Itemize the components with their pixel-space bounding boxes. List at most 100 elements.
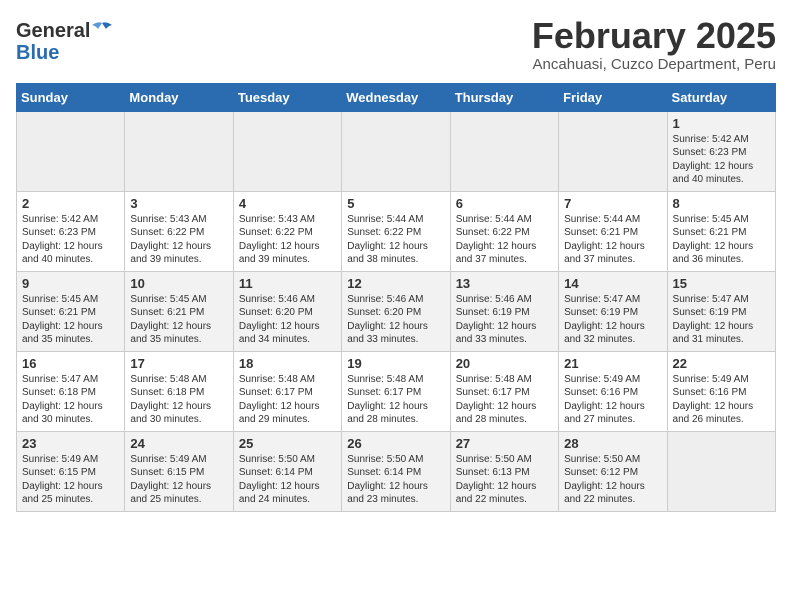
day-number: 13 [456, 276, 553, 291]
cell-info: Sunrise: 5:49 AM Sunset: 6:16 PM Dayligh… [673, 373, 770, 427]
cell-info: Sunrise: 5:50 AM Sunset: 6:12 PM Dayligh… [564, 453, 661, 507]
day-number: 2 [22, 196, 119, 211]
day-number: 27 [456, 436, 553, 451]
weekday-header-monday: Monday [125, 83, 233, 111]
day-number: 22 [673, 356, 770, 371]
calendar-cell: 28 Sunrise: 5:50 AM Sunset: 6:12 PM Dayli… [559, 431, 667, 511]
logo: General Blue [16, 16, 112, 65]
day-number: 28 [564, 436, 661, 451]
calendar-cell: 3 Sunrise: 5:43 AM Sunset: 6:22 PM Daylig… [125, 191, 233, 271]
calendar-cell: 5 Sunrise: 5:44 AM Sunset: 6:22 PM Daylig… [342, 191, 450, 271]
day-number: 8 [673, 196, 770, 211]
day-number: 12 [347, 276, 444, 291]
page-header: General Blue February 2025 Ancahuasi, Cu… [16, 16, 776, 73]
calendar-cell: 16 Sunrise: 5:47 AM Sunset: 6:18 PM Dayli… [17, 351, 125, 431]
calendar-week-row: 1Sunrise: 5:42 AM Sunset: 6:23 PM Daylig… [17, 111, 776, 191]
cell-info: Sunrise: 5:47 AM Sunset: 6:19 PM Dayligh… [673, 293, 770, 347]
calendar-cell: 14Sunrise: 5:47 AM Sunset: 6:19 PM Dayli… [559, 271, 667, 351]
day-number: 7 [564, 196, 661, 211]
cell-info: Sunrise: 5:45 AM Sunset: 6:21 PM Dayligh… [673, 213, 770, 267]
calendar-table: SundayMondayTuesdayWednesdayThursdayFrid… [16, 83, 776, 512]
day-number: 15 [673, 276, 770, 291]
weekday-header-row: SundayMondayTuesdayWednesdayThursdayFrid… [17, 83, 776, 111]
day-number: 21 [564, 356, 661, 371]
calendar-cell [17, 111, 125, 191]
day-number: 25 [239, 436, 336, 451]
weekday-header-saturday: Saturday [667, 83, 775, 111]
calendar-cell: 8 Sunrise: 5:45 AM Sunset: 6:21 PM Daylig… [667, 191, 775, 271]
calendar-cell: 26Sunrise: 5:50 AM Sunset: 6:14 PM Dayli… [342, 431, 450, 511]
calendar-week-row: 2Sunrise: 5:42 AM Sunset: 6:23 PM Daylig… [17, 191, 776, 271]
calendar-cell: 4 Sunrise: 5:43 AM Sunset: 6:22 PM Daylig… [233, 191, 341, 271]
cell-info: Sunrise: 5:48 AM Sunset: 6:17 PM Dayligh… [347, 373, 444, 427]
calendar-cell: 19 Sunrise: 5:48 AM Sunset: 6:17 PM Dayli… [342, 351, 450, 431]
day-number: 20 [456, 356, 553, 371]
calendar-title: February 2025 [532, 16, 776, 56]
title-area: February 2025 Ancahuasi, Cuzco Departmen… [532, 16, 776, 73]
calendar-cell: 18Sunrise: 5:48 AM Sunset: 6:17 PM Dayli… [233, 351, 341, 431]
calendar-cell: 2Sunrise: 5:42 AM Sunset: 6:23 PM Daylig… [17, 191, 125, 271]
weekday-header-wednesday: Wednesday [342, 83, 450, 111]
logo-general-text: General [16, 20, 90, 42]
calendar-week-row: 23 Sunrise: 5:49 AM Sunset: 6:15 PM Dayli… [17, 431, 776, 511]
day-number: 19 [347, 356, 444, 371]
calendar-cell [233, 111, 341, 191]
calendar-cell: 11 Sunrise: 5:46 AM Sunset: 6:20 PM Dayli… [233, 271, 341, 351]
cell-info: Sunrise: 5:46 AM Sunset: 6:20 PM Dayligh… [347, 293, 444, 347]
cell-info: Sunrise: 5:49 AM Sunset: 6:15 PM Dayligh… [130, 453, 227, 507]
calendar-cell: 20 Sunrise: 5:48 AM Sunset: 6:17 PM Dayli… [450, 351, 558, 431]
cell-info: Sunrise: 5:48 AM Sunset: 6:18 PM Dayligh… [130, 373, 227, 427]
calendar-subtitle: Ancahuasi, Cuzco Department, Peru [532, 56, 776, 73]
weekday-header-thursday: Thursday [450, 83, 558, 111]
calendar-cell [559, 111, 667, 191]
calendar-cell: 27Sunrise: 5:50 AM Sunset: 6:13 PM Dayli… [450, 431, 558, 511]
calendar-cell [125, 111, 233, 191]
cell-info: Sunrise: 5:42 AM Sunset: 6:23 PM Dayligh… [673, 133, 770, 187]
day-number: 3 [130, 196, 227, 211]
cell-info: Sunrise: 5:47 AM Sunset: 6:18 PM Dayligh… [22, 373, 119, 427]
calendar-cell: 13 Sunrise: 5:46 AM Sunset: 6:19 PM Dayli… [450, 271, 558, 351]
calendar-cell: 10Sunrise: 5:45 AM Sunset: 6:21 PM Dayli… [125, 271, 233, 351]
calendar-cell: 12 Sunrise: 5:46 AM Sunset: 6:20 PM Dayli… [342, 271, 450, 351]
calendar-cell: 24 Sunrise: 5:49 AM Sunset: 6:15 PM Dayli… [125, 431, 233, 511]
weekday-header-friday: Friday [559, 83, 667, 111]
day-number: 14 [564, 276, 661, 291]
cell-info: Sunrise: 5:48 AM Sunset: 6:17 PM Dayligh… [456, 373, 553, 427]
cell-info: Sunrise: 5:43 AM Sunset: 6:22 PM Dayligh… [130, 213, 227, 267]
calendar-cell: 9Sunrise: 5:45 AM Sunset: 6:21 PM Daylig… [17, 271, 125, 351]
day-number: 17 [130, 356, 227, 371]
day-number: 4 [239, 196, 336, 211]
calendar-cell: 21 Sunrise: 5:49 AM Sunset: 6:16 PM Dayli… [559, 351, 667, 431]
calendar-cell: 22 Sunrise: 5:49 AM Sunset: 6:16 PM Dayli… [667, 351, 775, 431]
cell-info: Sunrise: 5:43 AM Sunset: 6:22 PM Dayligh… [239, 213, 336, 267]
weekday-header-sunday: Sunday [17, 83, 125, 111]
calendar-cell: 17 Sunrise: 5:48 AM Sunset: 6:18 PM Dayli… [125, 351, 233, 431]
cell-info: Sunrise: 5:46 AM Sunset: 6:20 PM Dayligh… [239, 293, 336, 347]
day-number: 9 [22, 276, 119, 291]
cell-info: Sunrise: 5:49 AM Sunset: 6:16 PM Dayligh… [564, 373, 661, 427]
logo-line1: General [16, 20, 112, 44]
calendar-week-row: 16 Sunrise: 5:47 AM Sunset: 6:18 PM Dayli… [17, 351, 776, 431]
calendar-cell [342, 111, 450, 191]
day-number: 24 [130, 436, 227, 451]
calendar-cell: 23 Sunrise: 5:49 AM Sunset: 6:15 PM Dayli… [17, 431, 125, 511]
calendar-cell [667, 431, 775, 511]
cell-info: Sunrise: 5:44 AM Sunset: 6:21 PM Dayligh… [564, 213, 661, 267]
day-number: 11 [239, 276, 336, 291]
weekday-header-tuesday: Tuesday [233, 83, 341, 111]
calendar-week-row: 9 Sunrise: 5:45 AM Sunset: 6:21 PM Daylig… [17, 271, 776, 351]
cell-info: Sunrise: 5:49 AM Sunset: 6:15 PM Dayligh… [22, 453, 119, 507]
calendar-cell: 25Sunrise: 5:50 AM Sunset: 6:14 PM Dayli… [233, 431, 341, 511]
cell-info: Sunrise: 5:45 AM Sunset: 6:21 PM Dayligh… [130, 293, 227, 347]
calendar-cell: 7 Sunrise: 5:44 AM Sunset: 6:21 PM Daylig… [559, 191, 667, 271]
day-number: 23 [22, 436, 119, 451]
day-number: 6 [456, 196, 553, 211]
calendar-cell: 15 Sunrise: 5:47 AM Sunset: 6:19 PM Dayli… [667, 271, 775, 351]
cell-info: Sunrise: 5:50 AM Sunset: 6:14 PM Dayligh… [347, 453, 444, 507]
day-number: 16 [22, 356, 119, 371]
day-number: 5 [347, 196, 444, 211]
cell-info: Sunrise: 5:44 AM Sunset: 6:22 PM Dayligh… [347, 213, 444, 267]
cell-info: Sunrise: 5:46 AM Sunset: 6:19 PM Dayligh… [456, 293, 553, 347]
calendar-cell: 1Sunrise: 5:42 AM Sunset: 6:23 PM Daylig… [667, 111, 775, 191]
calendar-cell: 6Sunrise: 5:44 AM Sunset: 6:22 PM Daylig… [450, 191, 558, 271]
